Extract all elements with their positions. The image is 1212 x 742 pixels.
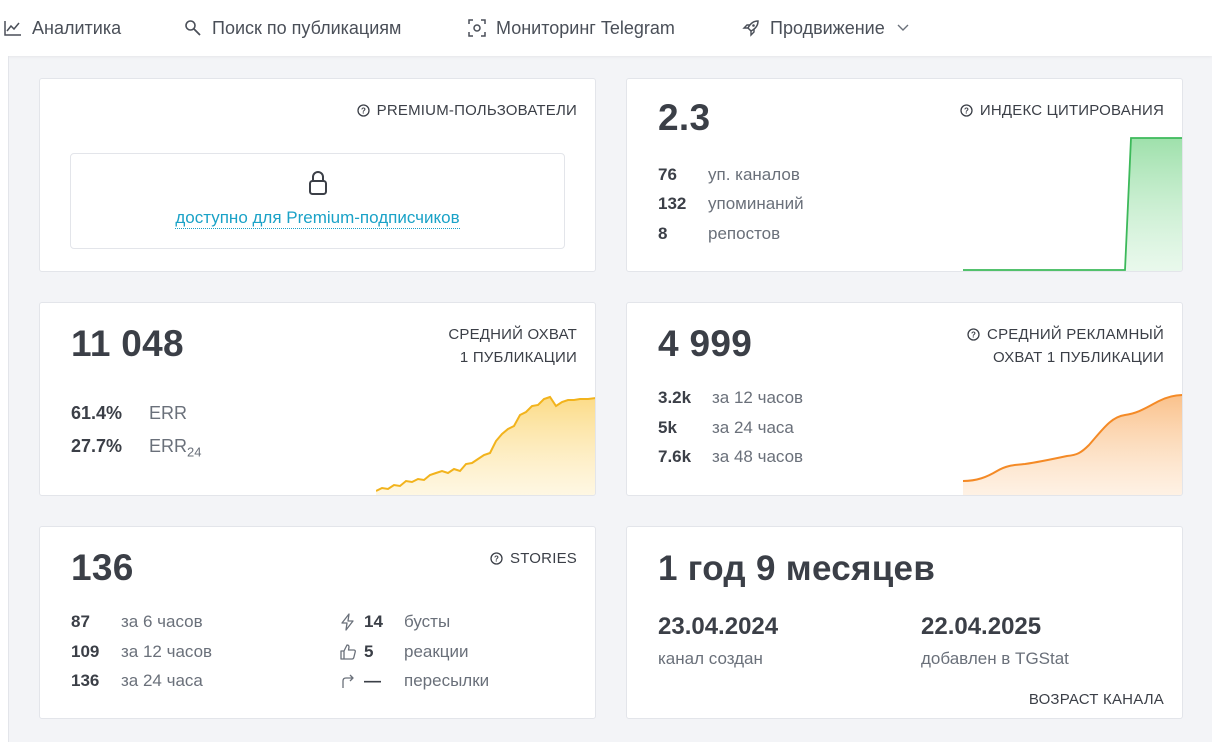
stat-row: 7.6k за 48 часов bbox=[658, 447, 804, 466]
monitor-scan-icon bbox=[468, 19, 486, 37]
svg-text:?: ? bbox=[494, 555, 499, 564]
citation-index-card: 2.3 ? ИНДЕКС ЦИТИРОВАНИЯ 76 уп. каналов 1… bbox=[626, 78, 1183, 272]
svg-text:?: ? bbox=[971, 331, 976, 340]
nav-item-analytics[interactable]: Аналитика bbox=[4, 0, 121, 56]
stories-caption: ? STORIES bbox=[490, 547, 577, 570]
ad-reach-caption: ? СРЕДНИЙ РЕКЛАМНЫЙ ОХВАТ 1 ПУБЛИКАЦИИ bbox=[967, 323, 1164, 369]
stat-row: 109 за 12 часов bbox=[71, 642, 213, 661]
premium-users-card: ? PREMIUM-ПОЛЬЗОВАТЕЛИ доступно для Prem… bbox=[39, 78, 596, 272]
svg-text:?: ? bbox=[964, 107, 969, 116]
citation-sparkline bbox=[963, 137, 1182, 271]
rocket-icon bbox=[742, 20, 759, 37]
citation-caption: ? ИНДЕКС ЦИТИРОВАНИЯ bbox=[960, 99, 1164, 122]
nav-item-label: Аналитика bbox=[32, 17, 122, 38]
channel-age-card: 1 год 9 месяцев 23.04.2024 канал создан … bbox=[626, 526, 1183, 719]
stat-row: 132 упоминаний bbox=[658, 194, 804, 213]
nav-item-promotion[interactable]: Продвижение bbox=[742, 0, 909, 56]
added-label: добавлен в TGStat bbox=[921, 649, 1069, 668]
sidebar-edge bbox=[0, 56, 9, 742]
premium-lock-box: доступно для Premium-подписчиков bbox=[70, 153, 565, 249]
stat-row: 3.2k за 12 часов bbox=[658, 388, 804, 407]
stat-row: 87 за 6 часов bbox=[71, 612, 203, 631]
help-icon[interactable]: ? bbox=[960, 104, 973, 117]
nav-item-monitoring[interactable]: Мониторинг Telegram bbox=[468, 0, 675, 56]
search-icon bbox=[185, 20, 201, 36]
avg-reach-value: 11 048 bbox=[71, 323, 184, 364]
nav-item-label: Мониторинг Telegram bbox=[496, 17, 675, 38]
ad-reach-sparkline bbox=[963, 394, 1182, 495]
channel-age-caption: ВОЗРАСТ КАНАЛА bbox=[1028, 691, 1164, 708]
nav-item-label: Поиск по публикациям bbox=[212, 17, 402, 38]
stories-card: 136 ? STORIES 87 за 6 часов 109 за 12 часо… bbox=[39, 526, 596, 719]
nav-item-label: Продвижение bbox=[770, 17, 885, 38]
svg-text:?: ? bbox=[361, 107, 366, 116]
help-icon[interactable]: ? bbox=[490, 552, 503, 565]
err-row: 61.4% ERR bbox=[71, 403, 188, 423]
chevron-down-icon bbox=[897, 24, 909, 31]
stat-row: 8 репостов bbox=[658, 224, 781, 243]
help-icon[interactable]: ? bbox=[357, 104, 370, 117]
created-label: канал создан bbox=[658, 649, 763, 668]
citation-value: 2.3 bbox=[658, 97, 711, 138]
stories-value: 136 bbox=[71, 547, 134, 588]
added-date: 22.04.2025 bbox=[921, 613, 1042, 640]
reactions-row: 5 реакции bbox=[340, 642, 469, 662]
stat-row: 5k за 24 часа bbox=[658, 418, 794, 437]
chart-line-icon bbox=[4, 21, 21, 36]
nav-item-search[interactable]: Поиск по публикациям bbox=[184, 0, 401, 56]
help-icon[interactable]: ? bbox=[967, 328, 980, 341]
premium-users-caption: ? PREMIUM-ПОЛЬЗОВАТЕЛИ bbox=[357, 99, 577, 122]
err24-row: 27.7% ERR24 bbox=[71, 436, 202, 460]
top-nav: Аналитика Поиск по публикациям Мониторин… bbox=[0, 0, 1212, 56]
forward-arrow-icon bbox=[342, 674, 354, 688]
stat-row: 136 за 24 часа bbox=[71, 671, 203, 690]
lock-icon bbox=[309, 171, 327, 195]
ad-reach-value: 4 999 bbox=[658, 323, 753, 364]
avg-reach-sparkline bbox=[376, 395, 595, 495]
lightning-icon bbox=[341, 613, 354, 631]
boosts-row: 14 бусты bbox=[340, 612, 450, 632]
thumbs-up-icon bbox=[340, 644, 356, 660]
channel-age-value: 1 год 9 месяцев bbox=[658, 549, 936, 588]
avg-reach-caption: СРЕДНИЙ ОХВАТ 1 ПУБЛИКАЦИИ bbox=[448, 326, 577, 366]
stat-row: 76 уп. каналов bbox=[658, 165, 800, 184]
avg-reach-card: 11 048 СРЕДНИЙ ОХВАТ 1 ПУБЛИКАЦИИ 61.4% E… bbox=[39, 302, 596, 496]
ad-reach-card: 4 999 ? СРЕДНИЙ РЕКЛАМНЫЙ ОХВАТ 1 ПУБЛИК… bbox=[626, 302, 1183, 496]
created-date: 23.04.2024 bbox=[658, 613, 779, 640]
forwards-row: — пересылки bbox=[340, 671, 489, 691]
premium-link[interactable]: доступно для Premium-подписчиков bbox=[71, 208, 564, 229]
